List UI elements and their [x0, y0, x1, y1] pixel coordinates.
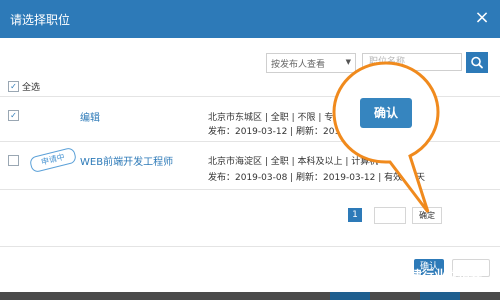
chat-bubbles-icon — [380, 268, 392, 278]
watermark-text: 法律行业就指委 — [398, 268, 483, 282]
callout-bubble — [332, 61, 440, 213]
callout-confirm-highlight: 确认 — [360, 98, 412, 128]
